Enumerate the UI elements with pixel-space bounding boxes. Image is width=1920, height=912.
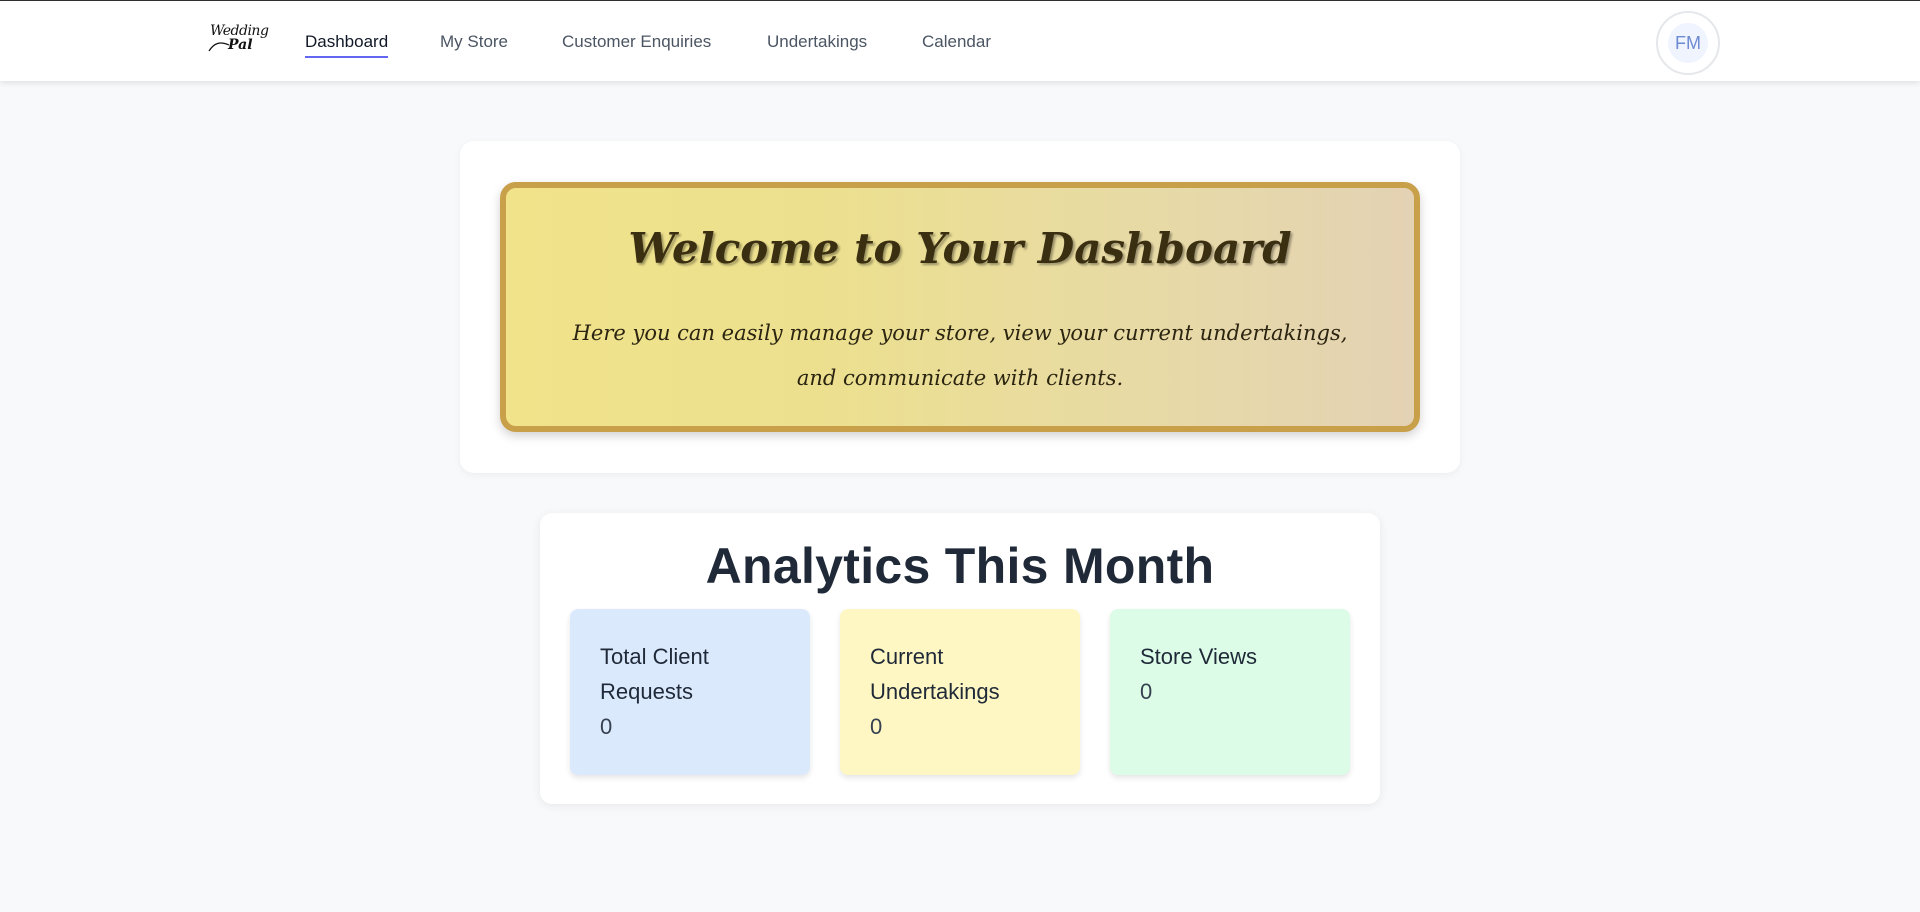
stat-card-store-views: Store Views 0 bbox=[1110, 609, 1350, 775]
logo-swash-icon bbox=[208, 42, 230, 52]
logo-text-line2: Pal bbox=[228, 37, 253, 53]
welcome-banner: Welcome to Your Dashboard Here you can e… bbox=[500, 182, 1420, 432]
nav-dashboard[interactable]: Dashboard bbox=[305, 32, 389, 58]
welcome-card: Welcome to Your Dashboard Here you can e… bbox=[460, 141, 1460, 473]
stat-value: 0 bbox=[600, 714, 613, 739]
stat-value: 0 bbox=[870, 714, 883, 739]
nav-undertakings[interactable]: Undertakings bbox=[767, 32, 867, 56]
stat-card-current-undertakings: Current Undertakings 0 bbox=[840, 609, 1080, 775]
nav-calendar[interactable]: Calendar bbox=[922, 32, 991, 56]
analytics-title: Analytics This Month bbox=[705, 538, 1215, 594]
top-navbar: Wedding Pal Dashboard My Store Customer … bbox=[0, 1, 1920, 81]
wedding-pal-logo[interactable]: Wedding Pal bbox=[208, 21, 269, 59]
user-avatar-button[interactable]: FM bbox=[1656, 11, 1720, 75]
stat-label: Store Views bbox=[1140, 644, 1257, 669]
nav-customer-enquiries[interactable]: Customer Enquiries bbox=[562, 32, 711, 56]
analytics-card: Analytics This Month Total Client Reques… bbox=[540, 513, 1380, 804]
nav-my-store[interactable]: My Store bbox=[440, 32, 508, 56]
welcome-text: Here you can easily manage your store, v… bbox=[572, 321, 1348, 390]
stat-value: 0 bbox=[1140, 679, 1153, 704]
stat-card-total-client-requests: Total Client Requests 0 bbox=[570, 609, 810, 775]
avatar-initials: FM bbox=[1668, 23, 1708, 63]
stat-label: Current Undertakings bbox=[870, 644, 1000, 704]
welcome-title: Welcome to Your Dashboard bbox=[628, 224, 1292, 273]
stat-label: Total Client Requests bbox=[600, 644, 709, 704]
